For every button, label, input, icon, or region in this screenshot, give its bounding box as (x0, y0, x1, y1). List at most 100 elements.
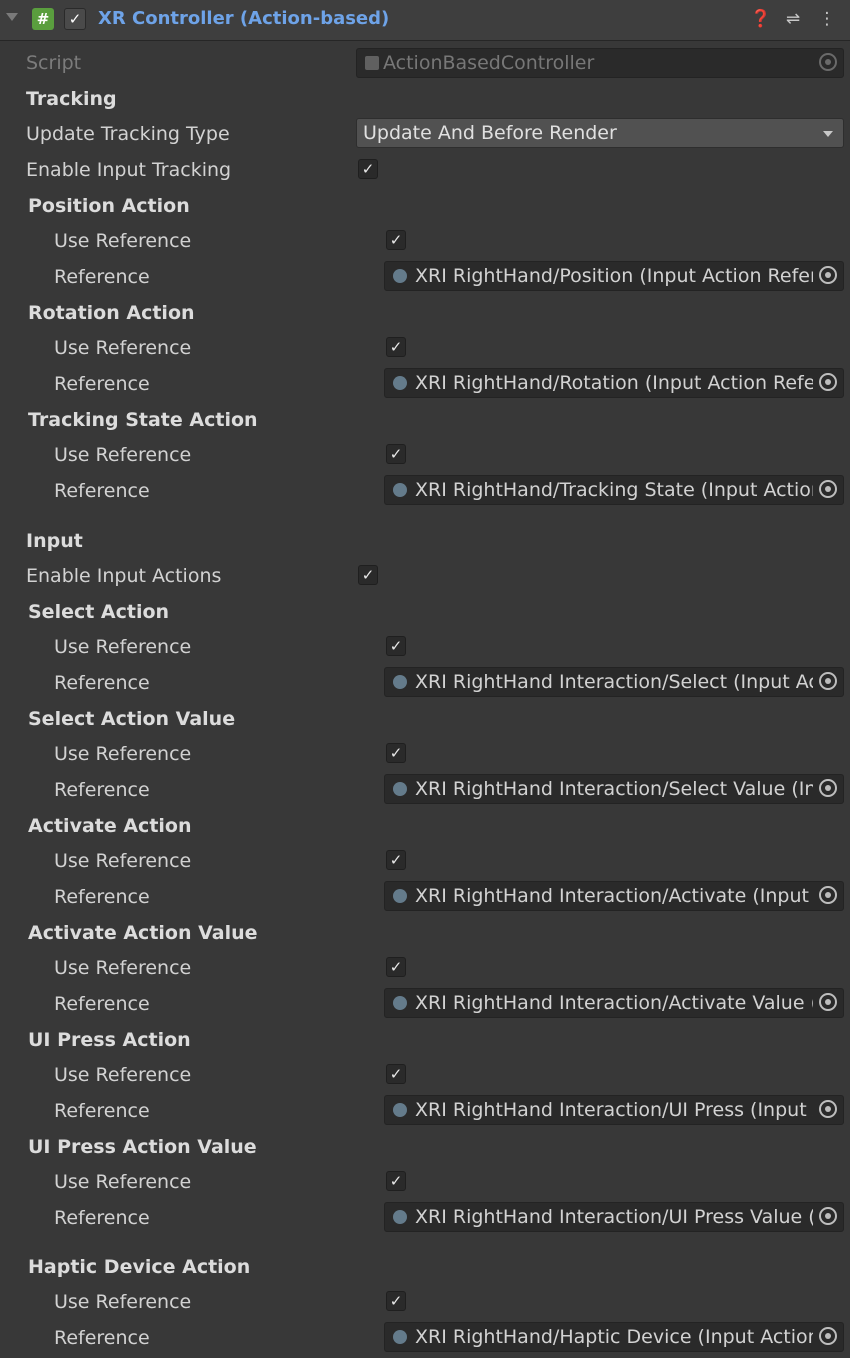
script-value: ActionBasedController (383, 52, 595, 74)
script-file-icon (365, 56, 379, 70)
input-action-reference-icon (393, 675, 407, 689)
action-5-use-reference-label: Use Reference (54, 850, 192, 872)
action-8-reference-label: Reference (54, 1207, 150, 1229)
action-8-use-reference-label: Use Reference (54, 1171, 192, 1193)
component-header: # ✓ XR Controller (Action-based) ❓ ⇌ ⋮ (0, 0, 850, 41)
action-5-use-reference-checkbox[interactable]: ✓ (386, 850, 406, 870)
input-action-reference-icon (393, 782, 407, 796)
object-picker-icon[interactable] (819, 266, 837, 284)
action-7-use-reference-checkbox[interactable]: ✓ (386, 1064, 406, 1084)
action-7-reference-value: XRI RightHand Interaction/UI Press (Inpu… (415, 1099, 813, 1121)
action-2-use-reference-label: Use Reference (54, 444, 192, 466)
action-1-reference-label: Reference (54, 373, 150, 395)
action-3-reference-value: XRI RightHand Interaction/Select (Input … (415, 671, 813, 693)
foldout-arrow-icon[interactable] (6, 13, 18, 21)
action-4-use-reference-label: Use Reference (54, 743, 192, 765)
update-tracking-type-label: Update Tracking Type (26, 123, 230, 145)
update-tracking-type-value: Update And Before Render (363, 122, 617, 144)
action-5-reference-label: Reference (54, 886, 150, 908)
action-0-reference-field[interactable]: XRI RightHand/Position (Input Action Ref… (384, 261, 844, 291)
action-4-reference-field[interactable]: XRI RightHand Interaction/Select Value (… (384, 774, 844, 804)
action-4-reference-label: Reference (54, 779, 150, 801)
object-picker-icon (819, 53, 837, 71)
action-8-title: UI Press Action Value (28, 1136, 257, 1158)
object-picker-icon[interactable] (819, 672, 837, 690)
action-8-reference-field[interactable]: XRI RightHand Interaction/UI Press Value… (384, 1202, 844, 1232)
enable-input-actions-label: Enable Input Actions (26, 565, 222, 587)
script-label: Script (26, 52, 82, 74)
action-4-use-reference-checkbox[interactable]: ✓ (386, 743, 406, 763)
input-action-reference-icon (393, 269, 407, 283)
object-picker-icon[interactable] (819, 1100, 837, 1118)
action-2-use-reference-checkbox[interactable]: ✓ (386, 444, 406, 464)
action-0-reference-value: XRI RightHand/Position (Input Action Ref… (415, 265, 813, 287)
action-9-reference-value: XRI RightHand/Haptic Device (Input Actio… (415, 1326, 813, 1348)
action-1-use-reference-label: Use Reference (54, 337, 192, 359)
enable-input-tracking-checkbox[interactable]: ✓ (358, 159, 378, 179)
presets-icon[interactable]: ⇌ (782, 8, 804, 30)
component-title[interactable]: XR Controller (Action-based) (98, 8, 389, 29)
object-picker-icon[interactable] (819, 779, 837, 797)
action-2-reference-field[interactable]: XRI RightHand/Tracking State (Input Acti… (384, 475, 844, 505)
action-6-use-reference-label: Use Reference (54, 957, 192, 979)
action-1-reference-field[interactable]: XRI RightHand/Rotation (Input Action Ref… (384, 368, 844, 398)
action-1-title: Rotation Action (28, 302, 195, 324)
action-3-use-reference-label: Use Reference (54, 636, 192, 658)
action-7-reference-label: Reference (54, 1100, 150, 1122)
action-0-title: Position Action (28, 195, 190, 217)
help-icon[interactable]: ❓ (750, 8, 772, 30)
action-5-title: Activate Action (28, 815, 192, 837)
object-picker-icon[interactable] (819, 993, 837, 1011)
action-6-reference-value: XRI RightHand Interaction/Activate Value… (415, 992, 813, 1014)
action-0-use-reference-label: Use Reference (54, 230, 192, 252)
action-6-title: Activate Action Value (28, 922, 258, 944)
action-0-reference-label: Reference (54, 266, 150, 288)
object-picker-icon[interactable] (819, 1207, 837, 1225)
object-picker-icon[interactable] (819, 886, 837, 904)
action-3-reference-field[interactable]: XRI RightHand Interaction/Select (Input … (384, 667, 844, 697)
action-0-use-reference-checkbox[interactable]: ✓ (386, 230, 406, 250)
action-7-reference-field[interactable]: XRI RightHand Interaction/UI Press (Inpu… (384, 1095, 844, 1125)
action-6-reference-label: Reference (54, 993, 150, 1015)
action-2-title: Tracking State Action (28, 409, 258, 431)
action-9-title: Haptic Device Action (28, 1256, 251, 1278)
input-header: Input (26, 530, 83, 552)
action-4-reference-value: XRI RightHand Interaction/Select Value (… (415, 778, 813, 800)
input-action-reference-icon (393, 1210, 407, 1224)
dropdown-arrow-icon (823, 131, 833, 137)
action-2-reference-label: Reference (54, 480, 150, 502)
action-1-use-reference-checkbox[interactable]: ✓ (386, 337, 406, 357)
tracking-header: Tracking (26, 88, 117, 110)
input-action-reference-icon (393, 483, 407, 497)
action-3-use-reference-checkbox[interactable]: ✓ (386, 636, 406, 656)
input-action-reference-icon (393, 1103, 407, 1117)
script-icon: # (32, 8, 54, 30)
update-tracking-type-dropdown[interactable]: Update And Before Render (356, 118, 844, 148)
action-5-reference-value: XRI RightHand Interaction/Activate (Inpu… (415, 885, 813, 907)
script-field: ActionBasedController (356, 48, 844, 78)
action-1-reference-value: XRI RightHand/Rotation (Input Action Ref… (415, 372, 813, 394)
action-6-use-reference-checkbox[interactable]: ✓ (386, 957, 406, 977)
action-9-use-reference-checkbox[interactable]: ✓ (386, 1291, 406, 1311)
object-picker-icon[interactable] (819, 480, 837, 498)
action-8-use-reference-checkbox[interactable]: ✓ (386, 1171, 406, 1191)
enable-input-tracking-label: Enable Input Tracking (26, 159, 232, 181)
action-7-use-reference-label: Use Reference (54, 1064, 192, 1086)
action-4-title: Select Action Value (28, 708, 236, 730)
input-action-reference-icon (393, 1330, 407, 1344)
input-action-reference-icon (393, 996, 407, 1010)
object-picker-icon[interactable] (819, 1327, 837, 1345)
action-6-reference-field[interactable]: XRI RightHand Interaction/Activate Value… (384, 988, 844, 1018)
input-action-reference-icon (393, 889, 407, 903)
action-7-title: UI Press Action (28, 1029, 191, 1051)
action-3-title: Select Action (28, 601, 170, 623)
action-5-reference-field[interactable]: XRI RightHand Interaction/Activate (Inpu… (384, 881, 844, 911)
input-action-reference-icon (393, 376, 407, 390)
component-enabled-checkbox[interactable]: ✓ (64, 8, 86, 30)
action-2-reference-value: XRI RightHand/Tracking State (Input Acti… (415, 479, 813, 501)
action-9-reference-field[interactable]: XRI RightHand/Haptic Device (Input Actio… (384, 1322, 844, 1352)
object-picker-icon[interactable] (819, 373, 837, 391)
enable-input-actions-checkbox[interactable]: ✓ (358, 565, 378, 585)
menu-icon[interactable]: ⋮ (816, 8, 838, 30)
action-8-reference-value: XRI RightHand Interaction/UI Press Value… (415, 1206, 813, 1228)
